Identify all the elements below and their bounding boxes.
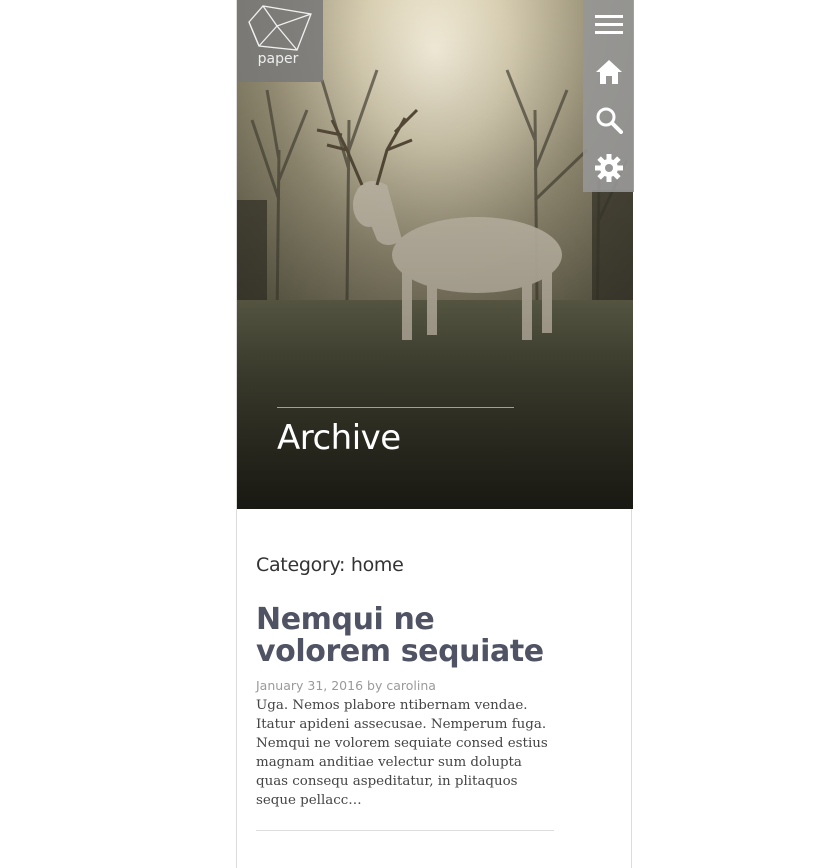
- gear-icon: [594, 154, 623, 182]
- post-title-link[interactable]: Nemqui ne volorem sequiate: [256, 604, 556, 668]
- post-divider: [256, 830, 554, 831]
- category-heading: Category: home: [256, 554, 404, 576]
- menu-button[interactable]: [583, 0, 634, 48]
- search-button[interactable]: [583, 96, 634, 144]
- home-icon: [595, 60, 622, 84]
- hamburger-menu-icon: [594, 15, 623, 34]
- home-button[interactable]: [583, 48, 634, 96]
- post-date-link[interactable]: January 31, 2016: [256, 678, 363, 693]
- post-author-link[interactable]: carolina: [386, 678, 436, 693]
- paper-logo-icon: [248, 5, 312, 51]
- category-value: home: [350, 554, 404, 576]
- hero-divider: [277, 407, 514, 408]
- post-by: by: [367, 678, 383, 693]
- page-title: Archive: [277, 418, 401, 458]
- side-toolbar: [583, 0, 634, 192]
- page-container: paper Archive Category: home Nemqui ne v…: [236, 0, 633, 868]
- category-label: Category:: [256, 554, 346, 576]
- logo-text: paper: [257, 51, 299, 67]
- settings-button[interactable]: [583, 144, 634, 192]
- post-meta: January 31, 2016 by carolina: [256, 678, 436, 693]
- site-logo[interactable]: paper: [237, 0, 323, 82]
- post-excerpt: Uga. Nemos plabore ntibernam vendae. Ita…: [256, 698, 548, 808]
- hero-banner: paper Archive: [237, 0, 633, 509]
- search-icon: [596, 107, 623, 134]
